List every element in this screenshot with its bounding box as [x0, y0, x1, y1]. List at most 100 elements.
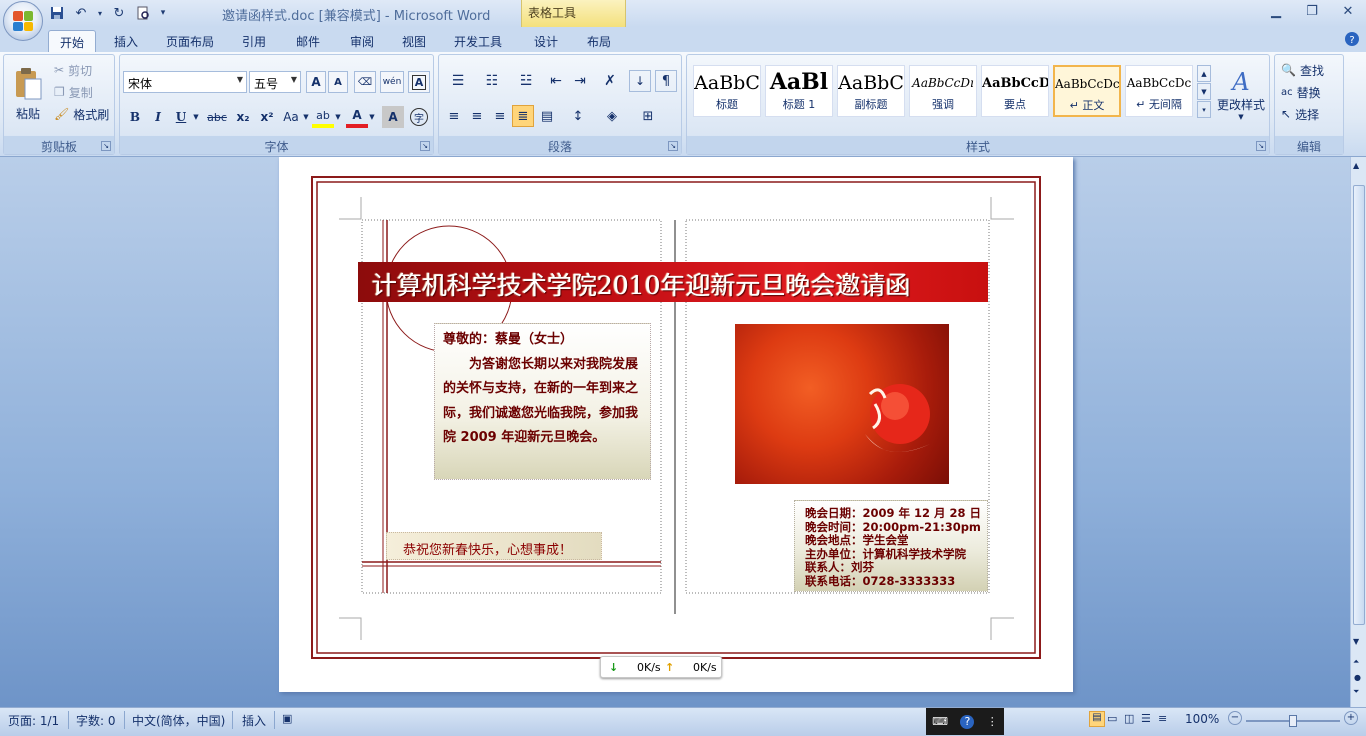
- tab-page-layout[interactable]: 页面布局: [158, 30, 222, 52]
- font-launcher-icon[interactable]: ↘: [420, 141, 430, 151]
- insert-mode[interactable]: 插入: [242, 712, 266, 729]
- language-indicator[interactable]: 中文(简体，中国): [132, 712, 225, 729]
- tab-developer[interactable]: 开发工具: [446, 30, 510, 52]
- sort-button[interactable]: ↓: [629, 70, 651, 92]
- letter-textbox[interactable]: 尊敬的：蔡曼（女士） 为答谢您长期以来对我院发展的关怀与支持，在新的一年到来之际…: [434, 323, 651, 480]
- select-button[interactable]: ↖ 选择: [1281, 105, 1319, 123]
- tab-design[interactable]: 设计: [524, 30, 568, 52]
- outline-view-icon[interactable]: ☰: [1141, 712, 1151, 725]
- increase-indent-button[interactable]: ⇥: [569, 70, 591, 92]
- italic-button[interactable]: I: [147, 106, 169, 128]
- zoom-slider-thumb[interactable]: [1289, 715, 1297, 727]
- office-button[interactable]: [3, 1, 43, 41]
- ribbon-help-icon[interactable]: ?: [1344, 31, 1360, 47]
- document-area[interactable]: [0, 157, 1350, 707]
- style-no-spacing[interactable]: AaBbCcDc ↵ 无间隔: [1125, 65, 1193, 117]
- greeting-picture[interactable]: [735, 324, 949, 484]
- vertical-scrollbar[interactable]: ▲ ▼ ⏶ ● ⏷: [1350, 157, 1366, 707]
- font-size-combo[interactable]: 五号 ▼: [249, 71, 301, 93]
- customize-qat-icon[interactable]: ▾: [158, 4, 168, 22]
- style-strong[interactable]: AaBbCcD 要点: [981, 65, 1049, 117]
- cut-button[interactable]: ✂ 剪切: [54, 61, 92, 79]
- style-emphasis[interactable]: AaBbCcDı 强调: [909, 65, 977, 117]
- highlight-button[interactable]: ab: [312, 106, 334, 128]
- zoom-slider[interactable]: [1246, 715, 1340, 727]
- shrink-font-button[interactable]: A: [328, 71, 348, 93]
- styles-scroll-up-icon[interactable]: ▲: [1197, 65, 1211, 82]
- char-shading-button[interactable]: A: [382, 106, 404, 128]
- borders-button[interactable]: ⊞: [633, 105, 663, 127]
- distributed-button[interactable]: ▤: [536, 105, 558, 127]
- macro-record-icon[interactable]: ▣: [282, 712, 292, 725]
- line-spacing-button[interactable]: ↕: [563, 105, 593, 127]
- style-subtitle[interactable]: AaBbC 副标题: [837, 65, 905, 117]
- tab-insert[interactable]: 插入: [104, 30, 148, 52]
- style-title[interactable]: AaBbC 标题: [693, 65, 761, 117]
- event-info-textbox[interactable]: 晚会日期：2009 年 12 月 28 日 晚会时间：20:00pm-21:30…: [794, 500, 988, 592]
- chinese-layout-button[interactable]: ✗: [595, 70, 625, 92]
- redo-icon[interactable]: ↻: [110, 4, 128, 22]
- zoom-level[interactable]: 100%: [1185, 712, 1219, 726]
- undo-dropdown-icon[interactable]: ▾: [96, 4, 104, 22]
- document-page[interactable]: [279, 157, 1073, 692]
- copy-button[interactable]: ❐ 复制: [54, 83, 93, 101]
- superscript-button[interactable]: x²: [256, 106, 278, 128]
- underline-button[interactable]: U: [170, 106, 192, 128]
- font-color-button[interactable]: A: [346, 106, 368, 128]
- strikethrough-button[interactable]: abc: [204, 106, 230, 128]
- underline-dropdown-icon[interactable]: ▼: [192, 106, 200, 128]
- tab-mailings[interactable]: 邮件: [286, 30, 330, 52]
- undo-icon[interactable]: ↶: [72, 4, 90, 22]
- bold-button[interactable]: B: [124, 106, 146, 128]
- format-painter-button[interactable]: 🖌 格式刷: [54, 105, 109, 123]
- char-border-button[interactable]: A: [408, 71, 430, 93]
- replace-button[interactable]: ac 替换: [1281, 83, 1321, 101]
- browse-object-icon[interactable]: ●: [1354, 673, 1361, 682]
- subscript-button[interactable]: x₂: [232, 106, 254, 128]
- invitation-banner[interactable]: 计算机科学技术学院2010年迎新元旦晚会邀请函: [358, 262, 988, 302]
- tab-layout[interactable]: 布局: [577, 30, 621, 52]
- save-icon[interactable]: [48, 4, 66, 22]
- zoom-out-icon[interactable]: −: [1228, 711, 1242, 725]
- grow-font-button[interactable]: A: [306, 71, 326, 93]
- align-center-button[interactable]: ≡: [466, 105, 488, 127]
- font-name-combo[interactable]: 宋体 ▼: [123, 71, 247, 93]
- restore-icon[interactable]: ❐: [1294, 0, 1330, 22]
- change-styles-button[interactable]: A 更改样式 ▼: [1215, 61, 1267, 127]
- word-count[interactable]: 字数: 0: [76, 712, 116, 729]
- decrease-indent-button[interactable]: ⇤: [545, 70, 567, 92]
- print-layout-view-icon[interactable]: ▤: [1089, 711, 1105, 727]
- style-heading-1[interactable]: AaBl 标题 1: [765, 65, 833, 117]
- justify-button[interactable]: ≣: [512, 105, 534, 127]
- ime-options-icon[interactable]: ⋮: [987, 715, 998, 728]
- scroll-up-icon[interactable]: ▲: [1353, 161, 1359, 170]
- change-case-button[interactable]: Aa: [280, 106, 302, 128]
- scroll-down-icon[interactable]: ▼: [1353, 637, 1359, 646]
- draft-view-icon[interactable]: ≡: [1158, 712, 1167, 725]
- scroll-thumb[interactable]: [1353, 185, 1365, 625]
- styles-more-icon[interactable]: ▾: [1197, 101, 1211, 118]
- align-left-button[interactable]: ≡: [443, 105, 465, 127]
- clipboard-launcher-icon[interactable]: ↘: [101, 141, 111, 151]
- phonetic-guide-button[interactable]: wén: [380, 71, 404, 93]
- font-color-dropdown-icon[interactable]: ▼: [368, 106, 376, 128]
- zoom-in-icon[interactable]: +: [1344, 711, 1358, 725]
- tab-references[interactable]: 引用: [232, 30, 276, 52]
- tab-home[interactable]: 开始: [48, 30, 96, 52]
- minimize-icon[interactable]: ▁: [1258, 0, 1294, 22]
- align-right-button[interactable]: ≡: [489, 105, 511, 127]
- web-layout-view-icon[interactable]: ◫: [1124, 712, 1134, 725]
- bullets-button[interactable]: ☰: [443, 70, 473, 92]
- styles-launcher-icon[interactable]: ↘: [1256, 141, 1266, 151]
- show-marks-button[interactable]: ¶: [655, 70, 677, 92]
- page-count[interactable]: 页面: 1/1: [8, 712, 59, 729]
- tab-view[interactable]: 视图: [392, 30, 436, 52]
- wish-textbox[interactable]: 恭祝您新春快乐，心想事成！: [386, 532, 602, 560]
- prev-page-icon[interactable]: ⏶: [1353, 657, 1359, 667]
- next-page-icon[interactable]: ⏷: [1353, 687, 1359, 697]
- style-normal[interactable]: AaBbCcDc ↵ 正文: [1053, 65, 1121, 117]
- close-icon[interactable]: ✕: [1330, 0, 1366, 22]
- print-preview-icon[interactable]: [134, 4, 152, 22]
- paste-button[interactable]: 粘贴: [10, 59, 46, 129]
- numbering-button[interactable]: ☷: [477, 70, 507, 92]
